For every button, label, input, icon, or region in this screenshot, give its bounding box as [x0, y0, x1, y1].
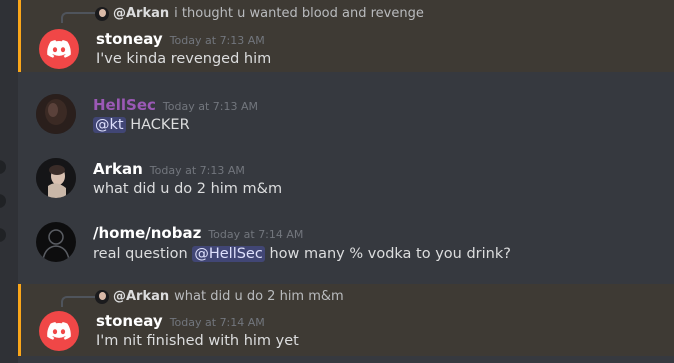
message-text: how many % vodka to you drink? [269, 246, 511, 262]
timestamp[interactable]: Today at 7:14 AM [170, 316, 265, 329]
avatar[interactable] [39, 311, 79, 351]
discord-logo-icon [47, 40, 71, 58]
username[interactable]: /home/nobaz [93, 224, 201, 242]
timestamp[interactable]: Today at 7:14 AM [208, 228, 303, 241]
reply-preview[interactable]: @Arkan what did u do 2 him m&m [95, 289, 344, 304]
reply-author[interactable]: @Arkan [113, 6, 169, 21]
server-sidebar [0, 0, 18, 363]
server-indicator [0, 160, 6, 174]
user-avatar-image [36, 158, 76, 198]
username[interactable]: HellSec [93, 96, 156, 114]
message-content: what did u do 2 him m&m [93, 181, 283, 197]
timestamp[interactable]: Today at 7:13 AM [170, 34, 265, 47]
server-indicator [0, 194, 6, 208]
reply-avatar [95, 6, 109, 21]
message-text: real question [93, 246, 188, 262]
message-item[interactable]: HellSec Today at 7:13 AM @kt HACKER [18, 88, 674, 144]
message-header: Arkan Today at 7:13 AM [93, 160, 245, 178]
message-content: I've kinda revenged him [96, 51, 272, 67]
message-item[interactable]: @Arkan what did u do 2 him m&m stoneay To… [18, 284, 674, 356]
username[interactable]: Arkan [93, 160, 143, 178]
reply-connector [61, 296, 95, 307]
reply-avatar [95, 289, 109, 304]
message-content: real question @HellSec how many % vodka … [93, 246, 511, 262]
message-header: stoneay Today at 7:13 AM [96, 30, 265, 48]
timestamp[interactable]: Today at 7:13 AM [163, 100, 258, 113]
user-mention[interactable]: @kt [93, 117, 126, 133]
default-profile-icon [42, 229, 70, 261]
reply-author[interactable]: @Arkan [113, 289, 169, 304]
message-header: HellSec Today at 7:13 AM [93, 96, 258, 114]
username[interactable]: stoneay [96, 312, 163, 330]
message-text: HACKER [130, 117, 190, 133]
avatar[interactable] [36, 222, 76, 262]
message-content: @kt HACKER [93, 117, 190, 133]
server-indicator [0, 228, 6, 242]
reply-text: i thought u wanted blood and revenge [174, 6, 424, 21]
reply-connector [61, 12, 95, 23]
avatar[interactable] [36, 94, 76, 134]
message-content: I'm nit finished with him yet [96, 333, 299, 349]
avatar[interactable] [39, 29, 79, 69]
username[interactable]: stoneay [96, 30, 163, 48]
message-item[interactable]: Arkan Today at 7:13 AM what did u do 2 hi… [18, 152, 674, 208]
reply-preview[interactable]: @Arkan i thought u wanted blood and reve… [95, 6, 424, 21]
message-header: /home/nobaz Today at 7:14 AM [93, 224, 303, 242]
message-item[interactable]: /home/nobaz Today at 7:14 AM real questio… [18, 216, 674, 276]
message-item[interactable]: @Arkan i thought u wanted blood and reve… [18, 0, 674, 72]
user-mention[interactable]: @HellSec [192, 246, 265, 262]
reply-text: what did u do 2 him m&m [174, 289, 344, 304]
message-header: stoneay Today at 7:14 AM [96, 312, 265, 330]
timestamp[interactable]: Today at 7:13 AM [150, 164, 245, 177]
discord-logo-icon [47, 322, 71, 340]
avatar[interactable] [36, 158, 76, 198]
user-avatar-image [36, 94, 76, 134]
